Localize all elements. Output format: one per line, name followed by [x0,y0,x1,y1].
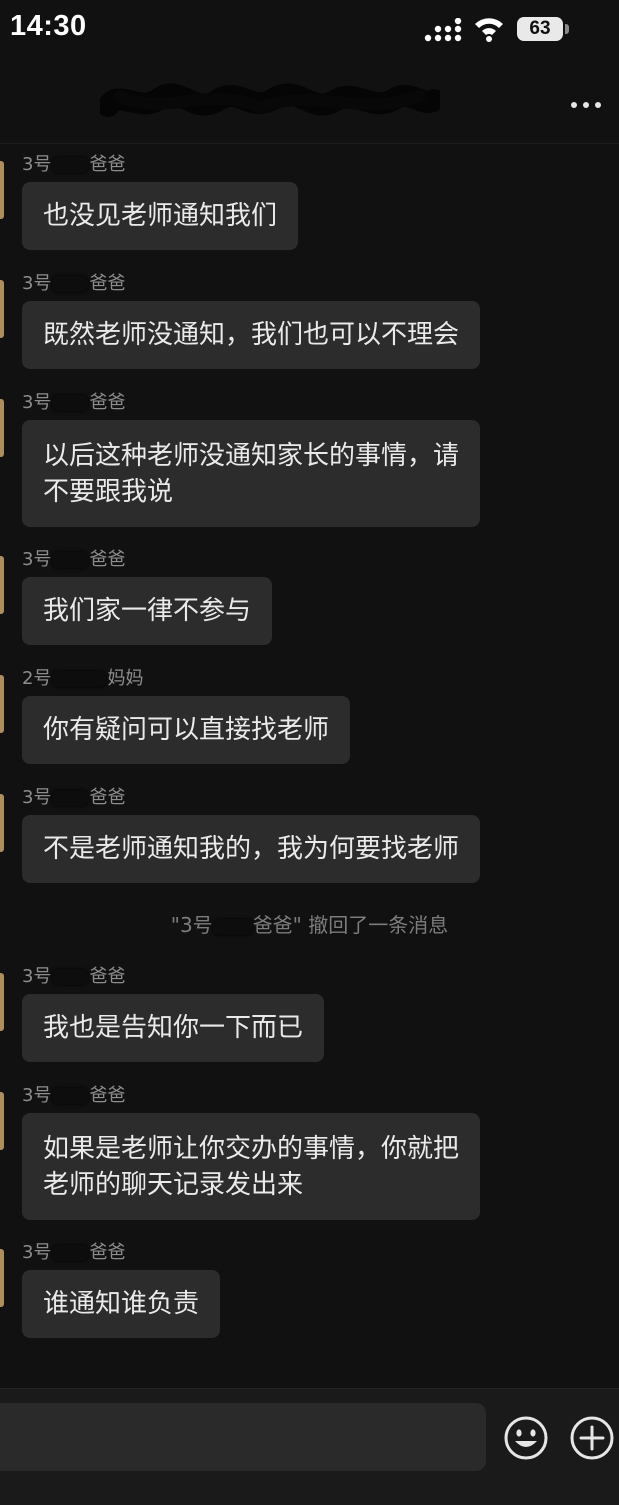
emoji-icon[interactable] [503,1415,549,1461]
cellular-signal-icon [424,18,462,42]
sender-prefix: 2号 [22,668,52,689]
message-text-line: 不要跟我说 [43,476,174,507]
recall-notice: "3号 爸爸" 撤回了一条消息 [0,909,619,938]
sender-prefix: 3号 [22,1242,52,1263]
sender-prefix: 3号 [22,154,52,175]
message-bubble[interactable]: 谁通知谁负责 [22,1270,221,1338]
status-time: 14:30 [10,10,87,42]
sender-suffix: 爸爸 [89,1085,126,1106]
redacted-name [52,552,89,568]
redacted-name [52,1088,89,1104]
sender-suffix: 妈妈 [107,668,144,689]
redacted-name [52,969,89,985]
sender-prefix: 3号 [22,787,52,808]
message-bubble[interactable]: 不是老师通知我的，我为何要找老师 [22,815,481,883]
battery-cap [565,24,569,34]
message-bubble[interactable]: 如果是老师让你交办的事情，你就把 老师的聊天记录发出来 [22,1113,481,1220]
avatar[interactable] [0,161,4,219]
message-bubble[interactable]: 我也是告知你一下而已 [22,994,325,1062]
battery-level: 63 [517,17,563,41]
message-text-line: 如果是老师让你交办的事情，你就把 [43,1133,460,1164]
sender-suffix: 爸爸 [89,392,126,413]
message-text: 既然老师没通知，我们也可以不理会 [43,320,460,350]
message-text-line: 以后这种老师没通知家长的事情，请 [43,440,460,471]
plus-circle-icon[interactable] [569,1415,615,1461]
message-text: 也没见老师通知我们 [43,201,278,231]
redacted-name [52,157,89,173]
message-text: 我也是告知你一下而已 [43,1013,304,1043]
sender-suffix: 爸爸 [89,273,126,294]
sender-prefix: 3号 [22,966,52,987]
message-bubble[interactable]: 我们家一律不参与 [22,577,273,645]
recall-suffix: 爸爸" 撤回了一条消息 [252,913,449,937]
status-bar: 14:30 63 [0,0,619,60]
redacted-name [52,1245,89,1261]
message-bubble[interactable]: 既然老师没通知，我们也可以不理会 [22,301,481,369]
chat-header [0,60,619,144]
message-text: 如果是老师让你交办的事情，你就把 老师的聊天记录发出来 [43,1131,459,1203]
avatar[interactable] [0,1249,4,1307]
avatar[interactable] [0,675,4,733]
sender-name: 3号 爸爸 [22,1083,125,1109]
message-text: 我们家一律不参与 [43,596,252,626]
sender-name: 3号 爸爸 [22,964,125,990]
sender-suffix: 爸爸 [89,966,126,987]
more-dot [595,102,601,108]
message-text: 以后这种老师没通知家长的事情，请 不要跟我说 [43,438,459,510]
sender-name: 3号 爸爸 [22,390,125,416]
wifi-icon [475,18,503,42]
avatar[interactable] [0,280,4,338]
sender-prefix: 3号 [22,392,52,413]
message-bubble[interactable]: 也没见老师通知我们 [22,182,299,250]
avatar[interactable] [0,794,4,852]
more-dots-icon [571,102,577,108]
sender-prefix: 3号 [22,549,52,570]
redacted-name [52,671,107,687]
sender-suffix: 爸爸 [89,549,126,570]
message-bubble[interactable]: 以后这种老师没通知家长的事情，请 不要跟我说 [22,420,481,527]
sender-name: 3号 爸爸 [22,152,125,178]
message-input[interactable] [0,1403,486,1471]
avatar[interactable] [0,556,4,614]
sender-suffix: 爸爸 [89,1242,126,1263]
message-text: 不是老师通知我的，我为何要找老师 [43,834,460,864]
redacted-name [52,790,89,806]
chat-message-list[interactable]: 3号 爸爸 也没见老师通知我们 3号 爸爸 既然老师没通知，我们也可以不理会 3号爸… [0,143,619,1388]
sender-prefix: 3号 [22,1085,52,1106]
message-text: 谁通知谁负责 [43,1289,200,1319]
message-text: 你有疑问可以直接找老师 [43,715,330,745]
sender-name: 2号 妈妈 [22,666,143,692]
sender-name: 3号 爸爸 [22,547,125,573]
redacted-name [52,395,89,411]
more-options-button[interactable] [562,90,610,120]
sender-name: 3号 爸爸 [22,271,125,297]
message-text-line: 老师的聊天记录发出来 [43,1169,304,1200]
message-bubble[interactable]: 你有疑问可以直接找老师 [22,696,351,764]
redacted-chat-title [100,83,440,117]
avatar[interactable] [0,399,4,457]
sender-name: 3号 爸爸 [22,1240,125,1266]
avatar[interactable] [0,1092,4,1150]
sender-name: 3号 爸爸 [22,785,125,811]
sender-prefix: 3号 [22,273,52,294]
redacted-name [52,276,89,292]
recall-prefix: "3号 [170,913,213,937]
redacted-name [212,918,253,935]
avatar[interactable] [0,973,4,1031]
sender-suffix: 爸爸 [89,787,126,808]
sender-suffix: 爸爸 [89,154,126,175]
more-dot [583,102,589,108]
input-bar [0,1388,619,1505]
